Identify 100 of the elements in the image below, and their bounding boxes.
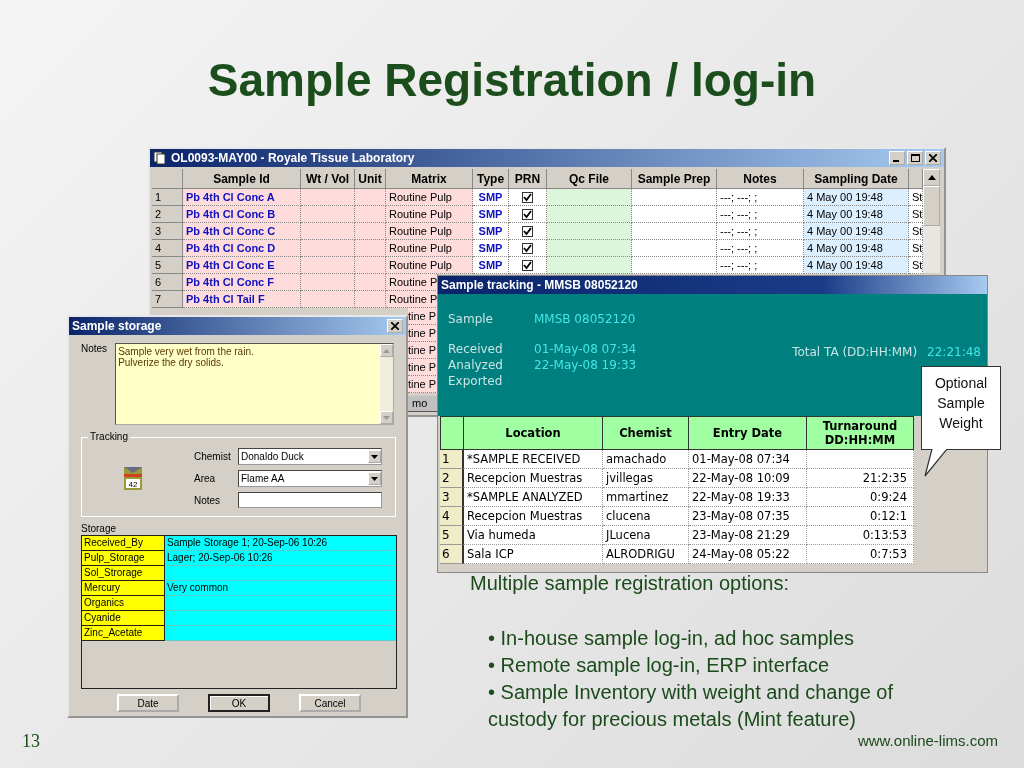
column-header[interactable]: PRN bbox=[509, 169, 547, 189]
notes-text: Pulverize the dry solids. bbox=[118, 357, 225, 368]
table-cell: Pb 4th Cl Conc D bbox=[183, 240, 301, 257]
prn-checkbox[interactable] bbox=[522, 208, 533, 220]
dialog-button[interactable]: Date bbox=[117, 694, 179, 712]
maximize-icon bbox=[910, 154, 920, 162]
table-cell: Sample Storage 1; 20-Sep-06 10:26 bbox=[165, 536, 396, 551]
table-cell: Recepcion Muestras bbox=[464, 469, 603, 488]
down-arrow-icon bbox=[383, 415, 391, 420]
table-cell: 4 May 00 19:48 bbox=[804, 206, 909, 223]
info-label: Received bbox=[448, 342, 504, 356]
window-title: OL0093-MAY00 - Royale Tissue Laboratory bbox=[171, 151, 415, 165]
input-field[interactable] bbox=[238, 492, 382, 508]
column-header[interactable]: Sample Prep bbox=[632, 169, 717, 189]
field-label: Notes bbox=[194, 494, 222, 506]
column-header[interactable]: Unit bbox=[355, 169, 386, 189]
table-cell: St bbox=[909, 189, 923, 206]
table-cell: clucena bbox=[603, 507, 689, 526]
scroll-up-button[interactable] bbox=[923, 169, 940, 186]
scroll-down-button[interactable] bbox=[380, 411, 394, 424]
close-button[interactable] bbox=[387, 319, 403, 333]
minimize-button[interactable] bbox=[889, 151, 905, 165]
scroll-thumb[interactable] bbox=[923, 186, 940, 226]
table-cell: 4 May 00 19:48 bbox=[804, 257, 909, 274]
prn-checkbox[interactable] bbox=[522, 259, 533, 271]
close-icon bbox=[391, 322, 399, 330]
table-cell: SMP bbox=[473, 223, 509, 240]
column-header[interactable]: Sampling Date bbox=[804, 169, 909, 189]
table-cell: amachado bbox=[603, 450, 689, 469]
table-cell bbox=[355, 257, 386, 274]
table-cell: JLucena bbox=[603, 526, 689, 545]
table-cell: ---; ---; ; bbox=[717, 257, 804, 274]
row-number: 5 bbox=[152, 257, 183, 274]
table-cell: Pb 4th Cl Conc A bbox=[183, 189, 301, 206]
dropdown-field[interactable]: Donaldo Duck bbox=[238, 448, 382, 465]
table-cell: jvillegas bbox=[603, 469, 689, 488]
table-cell: SMP bbox=[473, 206, 509, 223]
table-cell: Pb 4th Cl Tail F bbox=[183, 291, 301, 308]
prn-checkbox[interactable] bbox=[522, 191, 533, 203]
info-label: Total TA (DD:HH:MM) bbox=[792, 345, 918, 359]
column-header[interactable]: Matrix bbox=[386, 169, 473, 189]
row-number: 3 bbox=[440, 488, 464, 507]
table-cell: 0:9:24 bbox=[807, 488, 914, 507]
column-header[interactable]: Wt / Vol bbox=[301, 169, 355, 189]
table-cell bbox=[355, 274, 386, 291]
vertical-scrollbar[interactable] bbox=[923, 169, 940, 273]
row-number: 2 bbox=[440, 469, 464, 488]
prn-checkbox[interactable] bbox=[522, 242, 533, 254]
calendar-icon: 42 bbox=[124, 466, 142, 490]
dialog-button[interactable]: Cancel bbox=[299, 694, 361, 712]
table-cell: Routine Pulp bbox=[386, 240, 473, 257]
storage-label: Storage bbox=[81, 523, 118, 534]
column-header[interactable]: Qc File bbox=[547, 169, 632, 189]
table-cell bbox=[301, 223, 355, 240]
table-cell: Sala ICP bbox=[464, 545, 603, 564]
maximize-button[interactable] bbox=[907, 151, 923, 165]
column-header[interactable]: Sample Id bbox=[183, 169, 301, 189]
table-cell: ---; ---; ; bbox=[717, 240, 804, 257]
table-cell: Routine P bbox=[386, 291, 438, 308]
dropdown-field[interactable]: Flame AA bbox=[238, 470, 382, 487]
page-number: 13 bbox=[22, 731, 40, 752]
table-cell: Sol_Strorage bbox=[82, 566, 165, 581]
table-cell bbox=[301, 206, 355, 223]
row-number: 6 bbox=[440, 545, 464, 564]
table-cell: 4 May 00 19:48 bbox=[804, 240, 909, 257]
table-cell: 21:2:35 bbox=[807, 469, 914, 488]
close-button[interactable] bbox=[925, 151, 941, 165]
table-cell: St bbox=[909, 257, 923, 274]
column-header[interactable]: Notes bbox=[717, 169, 804, 189]
bullet-text: • Sample Inventory with weight and change of custody for precious metals (Mint feature) bbox=[488, 680, 895, 732]
table-cell bbox=[301, 240, 355, 257]
dialog-button[interactable]: OK bbox=[208, 694, 270, 712]
table-cell: SMP bbox=[473, 257, 509, 274]
up-arrow-icon bbox=[927, 175, 936, 180]
column-header[interactable]: Location bbox=[464, 416, 603, 450]
row-number: 2 bbox=[152, 206, 183, 223]
table-cell: tine P bbox=[408, 342, 438, 359]
table-cell: Organics bbox=[82, 596, 165, 611]
header-corner bbox=[440, 416, 464, 450]
column-header[interactable]: Type bbox=[473, 169, 509, 189]
column-header[interactable]: Entry Date bbox=[689, 416, 807, 450]
column-header[interactable]: Turnaround DD:HH:MM bbox=[807, 416, 914, 450]
info-value: MMSB 08052120 bbox=[534, 312, 637, 326]
table-cell: 01-May-08 07:34 bbox=[689, 450, 807, 469]
table-cell: Pulp_Storage bbox=[82, 551, 165, 566]
bullet-text: • In-house sample log-in, ad hoc samples bbox=[488, 626, 856, 651]
table-cell: 23-May-08 21:29 bbox=[689, 526, 807, 545]
row-number: 1 bbox=[440, 450, 464, 469]
table-cell bbox=[355, 206, 386, 223]
column-header[interactable]: Chemist bbox=[603, 416, 689, 450]
table-cell: tine P bbox=[408, 308, 438, 325]
group-label: Tracking bbox=[88, 431, 130, 442]
table-cell: 0:7:53 bbox=[807, 545, 914, 564]
close-icon bbox=[929, 154, 937, 162]
prn-checkbox[interactable] bbox=[522, 225, 533, 237]
table-cell bbox=[301, 257, 355, 274]
info-label: Exported bbox=[448, 374, 504, 388]
notes-field[interactable]: Sample very wet from the rain. Pulverize the dry solids. bbox=[115, 343, 395, 425]
info-label: Sample bbox=[448, 312, 494, 326]
table-cell: 23-May-08 07:35 bbox=[689, 507, 807, 526]
